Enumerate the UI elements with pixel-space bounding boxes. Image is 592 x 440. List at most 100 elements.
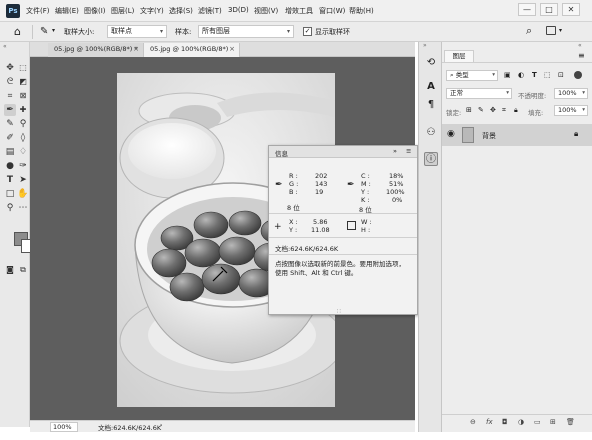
marquee-tool-icon[interactable]: ⬚ — [17, 62, 29, 74]
properties-panel-icon[interactable]: ⚇ — [424, 126, 438, 140]
clone-stamp-tool-icon[interactable]: ⚲ — [17, 118, 29, 130]
show-ring-checkbox[interactable]: ✓ — [303, 27, 312, 36]
trash-icon[interactable]: 🗑︎ — [566, 418, 575, 426]
more-tools-icon[interactable]: ⋯ — [17, 202, 29, 214]
panel-menu-icon[interactable]: ≡ — [578, 51, 585, 60]
eyedropper-tool-icon[interactable]: ✒ — [4, 104, 16, 116]
sample-select[interactable]: 所有图层 ▾ — [198, 25, 294, 38]
info-panel[interactable]: 信息 » ≡ ✒ R : 202 G : 143 B : 19 8 位 ✒ C … — [268, 145, 418, 315]
chevron-down-icon[interactable]: ▾ — [559, 27, 562, 34]
menu-help[interactable]: 帮助(H) — [349, 6, 374, 16]
minimize-button[interactable]: — — [518, 3, 536, 16]
lock-artboard-icon[interactable]: ⌗ — [502, 106, 506, 115]
menu-layer[interactable]: 图层(L) — [111, 6, 134, 16]
k-value: 0% — [392, 196, 403, 204]
lock-all-icon[interactable]: 🔒︎ — [514, 106, 518, 115]
lasso-tool-icon[interactable]: ᘓ — [4, 76, 16, 88]
lock-pixels-icon[interactable]: ✎ — [478, 106, 484, 114]
status-bar: 100% 文档:624.6K/624.6K › — [30, 420, 415, 432]
filter-adjustment-icon[interactable]: ◐ — [518, 71, 524, 79]
tab-document-1[interactable]: 05.jpg @ 100%(RGB/8*) * × — [48, 43, 144, 57]
maximize-button[interactable]: □ — [540, 3, 558, 16]
info-panel-icon[interactable]: ⓘ — [424, 152, 438, 166]
layer-row[interactable]: ◉ 背景 🔒︎ — [442, 124, 592, 146]
collapse-icon[interactable]: « — [578, 42, 582, 49]
menu-image[interactable]: 图像(I) — [84, 6, 106, 16]
sample-size-select[interactable]: 取样点 ▾ — [107, 25, 167, 38]
gradient-tool-icon[interactable]: ▤ — [4, 146, 16, 158]
filter-type-icon[interactable]: T — [532, 71, 537, 79]
info-panel-header[interactable]: 信息 » ≡ — [269, 146, 417, 158]
close-icon[interactable]: × — [229, 43, 235, 56]
close-button[interactable]: ✕ — [562, 3, 580, 16]
rectangle-tool-icon[interactable]: □ — [4, 188, 16, 200]
group-icon[interactable]: ▭ — [534, 418, 541, 426]
crop-tool-icon[interactable]: ⌗ — [4, 90, 16, 102]
adjustment-icon[interactable]: ◑ — [518, 418, 524, 426]
screen-mode-icon[interactable]: ⧉ — [17, 264, 29, 276]
menu-window[interactable]: 窗口(W) — [319, 6, 345, 16]
history-brush-tool-icon[interactable]: ✐ — [4, 132, 16, 144]
menu-select[interactable]: 选择(S) — [169, 6, 193, 16]
healing-brush-tool-icon[interactable]: ✚ — [17, 104, 29, 116]
pen-tool-icon[interactable]: ✑ — [17, 160, 29, 172]
menu-edit[interactable]: 编辑(E) — [55, 6, 79, 16]
tool-hint-text: 点按图像以选取新的前景色。要用附加选项，使用 Shift、Alt 和 Ctrl … — [275, 260, 405, 277]
collapse-icon[interactable]: « — [3, 43, 7, 50]
crosshair-icon: + — [274, 222, 282, 232]
filter-smart-object-icon[interactable]: ⊡ — [558, 71, 564, 79]
resize-grip-icon[interactable]: ∷ — [337, 308, 341, 315]
new-layer-icon[interactable]: ⊞ — [550, 418, 556, 426]
quick-mask-icon[interactable]: ◙ — [4, 264, 16, 276]
paragraph-panel-icon[interactable]: ¶ — [424, 98, 438, 112]
lock-position-icon[interactable]: ✥ — [490, 106, 496, 114]
history-panel-icon[interactable]: ⟲ — [424, 56, 438, 70]
tab-document-2[interactable]: 05.jpg @ 100%(RGB/8*) × — [144, 43, 240, 57]
move-tool-icon[interactable]: ✥ — [4, 62, 16, 74]
expand-icon[interactable]: » — [393, 147, 397, 155]
dodge-tool-icon[interactable]: ● — [4, 160, 16, 172]
opacity-input[interactable]: 100% ▾ — [554, 88, 588, 99]
menu-file[interactable]: 文件(F) — [26, 6, 50, 16]
eyedropper-tool-icon[interactable]: ✎ — [40, 25, 48, 38]
fill-input[interactable]: 100% ▾ — [554, 105, 588, 116]
eraser-tool-icon[interactable]: ◊ — [17, 132, 29, 144]
layer-filter-select[interactable]: ⌕ 类型 ▾ — [446, 70, 498, 81]
chevron-down-icon: ▾ — [159, 28, 163, 35]
brush-tool-icon[interactable]: ✎ — [4, 118, 16, 130]
blend-mode-select[interactable]: 正常 ▾ — [446, 88, 512, 99]
chevron-down-icon[interactable]: ▾ — [52, 27, 55, 34]
chevron-right-icon[interactable]: › — [160, 422, 162, 429]
expand-icon[interactable]: » — [423, 42, 427, 49]
lock-transparent-icon[interactable]: ⊞ — [466, 106, 472, 114]
menu-view[interactable]: 视图(V) — [254, 6, 278, 16]
menu-plugins[interactable]: 增效工具 — [285, 6, 313, 16]
zoom-tool-icon[interactable]: ⚲ — [4, 202, 16, 214]
home-icon[interactable]: ⌂ — [14, 25, 21, 38]
hand-tool-icon[interactable]: ✋ — [17, 188, 29, 200]
fx-icon[interactable]: fx — [486, 418, 493, 426]
close-icon[interactable]: × — [133, 43, 139, 56]
layer-name[interactable]: 背景 — [482, 131, 496, 141]
blur-tool-icon[interactable]: ♢ — [17, 146, 29, 158]
info-panel-title[interactable]: 信息 — [275, 148, 288, 158]
path-select-tool-icon[interactable]: ➤ — [17, 174, 29, 186]
search-icon[interactable]: ⌕ — [526, 24, 532, 38]
tab-layers[interactable]: 图层 — [444, 50, 474, 62]
object-select-tool-icon[interactable]: ◩ — [17, 76, 29, 88]
type-tool-icon[interactable]: T — [4, 174, 16, 186]
visibility-eye-icon[interactable]: ◉ — [447, 129, 455, 139]
link-icon[interactable]: ⊖ — [470, 418, 476, 426]
zoom-input[interactable]: 100% — [50, 422, 78, 432]
filter-shape-icon[interactable]: ⬚ — [544, 71, 551, 79]
character-panel-icon[interactable]: A — [424, 80, 438, 94]
menu-filter[interactable]: 滤镜(T) — [198, 6, 222, 16]
filter-pixel-icon[interactable]: ▣ — [504, 71, 511, 79]
workspace-icon[interactable] — [546, 26, 556, 35]
menu-3d[interactable]: 3D(D) — [228, 6, 249, 14]
mask-icon[interactable]: ◘ — [502, 418, 508, 426]
frame-tool-icon[interactable]: ⊠ — [17, 90, 29, 102]
filter-toggle-icon[interactable] — [574, 71, 582, 79]
panel-menu-icon[interactable]: ≡ — [406, 147, 411, 155]
menu-type[interactable]: 文字(Y) — [140, 6, 164, 16]
